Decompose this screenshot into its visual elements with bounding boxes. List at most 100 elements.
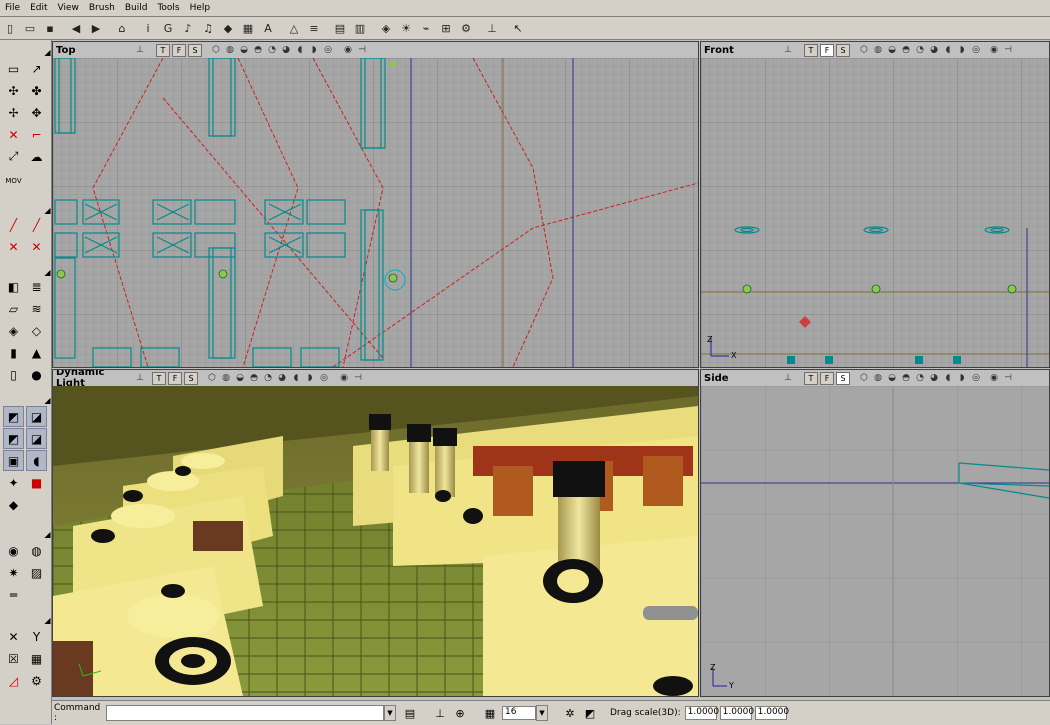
- front-view-button[interactable]: F: [168, 371, 182, 385]
- depth-complexity-icon[interactable]: ◎: [970, 372, 982, 384]
- sphere-builder-icon[interactable]: ●: [26, 364, 47, 385]
- pan-icon[interactable]: ⊥: [782, 44, 794, 56]
- brush-clip-split-icon[interactable]: ╱: [26, 214, 47, 235]
- mirror-x-icon[interactable]: ✕: [3, 626, 24, 647]
- top-view-button[interactable]: T: [804, 371, 818, 385]
- texture-usage-icon[interactable]: ◗: [956, 372, 968, 384]
- new-file-icon[interactable]: ▯: [1, 19, 19, 37]
- pan-icon[interactable]: ⊥: [134, 44, 146, 56]
- menu-help[interactable]: Help: [185, 3, 216, 13]
- top-view-button[interactable]: T: [152, 371, 166, 385]
- front-view-button[interactable]: F: [820, 371, 834, 385]
- polys-icon[interactable]: ◖: [942, 372, 954, 384]
- dynamic-light-icon[interactable]: ◔: [266, 44, 278, 56]
- menu-file[interactable]: File: [0, 3, 25, 13]
- terrain-edit-icon[interactable]: ⤢: [3, 146, 24, 167]
- subtract-brush-icon[interactable]: ◪: [26, 406, 47, 427]
- texture-view-icon[interactable]: ◒: [234, 372, 246, 384]
- pan-icon[interactable]: ⊥: [134, 372, 146, 384]
- camera-mode-icon[interactable]: ▭: [3, 58, 24, 79]
- cone-builder-icon[interactable]: ▲: [26, 342, 47, 363]
- dynamic-light-icon[interactable]: ◔: [914, 44, 926, 56]
- hide-selected-icon[interactable]: ◍: [26, 540, 47, 561]
- zone-icon[interactable]: ◍: [872, 372, 884, 384]
- menu-tools[interactable]: Tools: [152, 3, 184, 13]
- viewport-perspective[interactable]: Dynamic Light ⊥ T F S ⬡ ◍ ◒ ◓ ◔ ◕ ◖ ◗ ◎ …: [52, 369, 699, 697]
- font-icon[interactable]: A: [259, 19, 277, 37]
- browser-icon[interactable]: ⌂: [113, 19, 131, 37]
- viewport-options-icon[interactable]: ⊣: [352, 372, 364, 384]
- build-geometry-icon[interactable]: ◈: [377, 19, 395, 37]
- polys-icon[interactable]: ◖: [294, 44, 306, 56]
- lighting-only-icon[interactable]: ◕: [276, 372, 288, 384]
- top-view-button[interactable]: T: [804, 43, 818, 57]
- zone-icon[interactable]: ◍: [872, 44, 884, 56]
- viewport-side[interactable]: Side ⊥ T F S ⬡ ◍ ◒ ◓ ◔ ◕ ◖ ◗ ◎ ◉ ⊣ Z Y: [700, 369, 1050, 697]
- brush-clip-delete-icon[interactable]: ✕: [26, 236, 47, 257]
- tetra-builder-icon[interactable]: ▯: [3, 364, 24, 385]
- clip-plane-icon[interactable]: ◿: [3, 670, 24, 691]
- save-file-icon[interactable]: ▪: [41, 19, 59, 37]
- viewport-top[interactable]: Top ⊥ T F S ⬡ ◍ ◒ ◓ ◔ ◕ ◖ ◗ ◎ ◉ ⊣: [52, 41, 699, 368]
- face-drag-icon[interactable]: ☁: [26, 146, 47, 167]
- texture-rotate-icon[interactable]: ⌐: [26, 124, 47, 145]
- drag-scale-y-field[interactable]: 1.0000: [719, 706, 754, 720]
- lighting-view-icon[interactable]: ◓: [900, 372, 912, 384]
- side-view-button[interactable]: S: [188, 43, 202, 57]
- rotate-mode-icon[interactable]: ✣: [3, 80, 24, 101]
- viewport-front-canvas[interactable]: Z X: [701, 58, 1049, 367]
- maximize-viewport-icon[interactable]: ◩: [582, 705, 598, 721]
- drag-scale-x-field[interactable]: 1.0000: [684, 706, 719, 720]
- mirror-z-icon[interactable]: ☒: [3, 648, 24, 669]
- build-lighting-icon[interactable]: ☀: [397, 19, 415, 37]
- polys-icon[interactable]: ◖: [290, 372, 302, 384]
- actor-props-icon[interactable]: ▤: [331, 19, 349, 37]
- sound-icon[interactable]: ♪: [179, 19, 197, 37]
- drag-grid-icon[interactable]: ⊥: [432, 705, 448, 721]
- viewport-options-icon[interactable]: ⊣: [356, 44, 368, 56]
- menu-view[interactable]: View: [53, 3, 84, 13]
- texture-usage-icon[interactable]: ◗: [304, 372, 316, 384]
- add-volume-icon[interactable]: ◖: [26, 450, 47, 471]
- realtime-preview-icon[interactable]: ◉: [988, 372, 1000, 384]
- texture-icon[interactable]: ▦: [239, 19, 257, 37]
- log-window-icon[interactable]: ▤: [402, 705, 418, 721]
- add-special-icon[interactable]: ▣: [3, 450, 24, 471]
- texture-view-icon[interactable]: ◒: [238, 44, 250, 56]
- texture-usage-icon[interactable]: ◗: [956, 44, 968, 56]
- viewport-options-icon[interactable]: ⊣: [1002, 44, 1014, 56]
- add-antiportal-icon[interactable]: ◆: [3, 494, 24, 515]
- actor-class-icon[interactable]: i: [139, 19, 157, 37]
- music-icon[interactable]: ♫: [199, 19, 217, 37]
- dynamic-light-icon[interactable]: ◔: [914, 372, 926, 384]
- brush-clip-tool-icon[interactable]: ╱: [3, 214, 24, 235]
- curved-stair-icon[interactable]: ≋: [26, 298, 47, 319]
- surface-props-icon[interactable]: ≡: [305, 19, 323, 37]
- invert-selection-icon[interactable]: ▨: [26, 562, 47, 583]
- sheer-mode-icon[interactable]: ✤: [26, 80, 47, 101]
- lighting-view-icon[interactable]: ◓: [252, 44, 264, 56]
- depth-complexity-icon[interactable]: ◎: [318, 372, 330, 384]
- stairs-builder-icon[interactable]: ≣: [26, 276, 47, 297]
- build-all-icon[interactable]: ⊞: [437, 19, 455, 37]
- level-props-icon[interactable]: ▥: [351, 19, 369, 37]
- zone-icon[interactable]: ◍: [224, 44, 236, 56]
- build-options-icon[interactable]: ⚙: [457, 19, 475, 37]
- vertex-edit-icon[interactable]: ✢: [3, 102, 24, 123]
- top-view-button[interactable]: T: [156, 43, 170, 57]
- realtime-preview-icon[interactable]: ◉: [988, 44, 1000, 56]
- viewport-front[interactable]: Front ⊥ T F S ⬡ ◍ ◒ ◓ ◔ ◕ ◖ ◗ ◎ ◉ ⊣ Z X: [700, 41, 1050, 368]
- intersect-brush-icon[interactable]: ◩: [3, 428, 24, 449]
- spiral-stair-icon[interactable]: ◈: [3, 320, 24, 341]
- menu-build[interactable]: Build: [120, 3, 153, 13]
- show-all-icon[interactable]: ═: [3, 584, 24, 605]
- front-view-button[interactable]: F: [820, 43, 834, 57]
- wireframe-icon[interactable]: ⬡: [858, 44, 870, 56]
- build-paths-icon[interactable]: ⌁: [417, 19, 435, 37]
- group-icon[interactable]: G: [159, 19, 177, 37]
- dynamic-light-icon[interactable]: ◔: [262, 372, 274, 384]
- depth-complexity-icon[interactable]: ◎: [322, 44, 334, 56]
- select-inside-icon[interactable]: ✷: [3, 562, 24, 583]
- add-static-mesh-icon[interactable]: ■: [26, 472, 47, 493]
- help-icon[interactable]: ↖: [509, 19, 527, 37]
